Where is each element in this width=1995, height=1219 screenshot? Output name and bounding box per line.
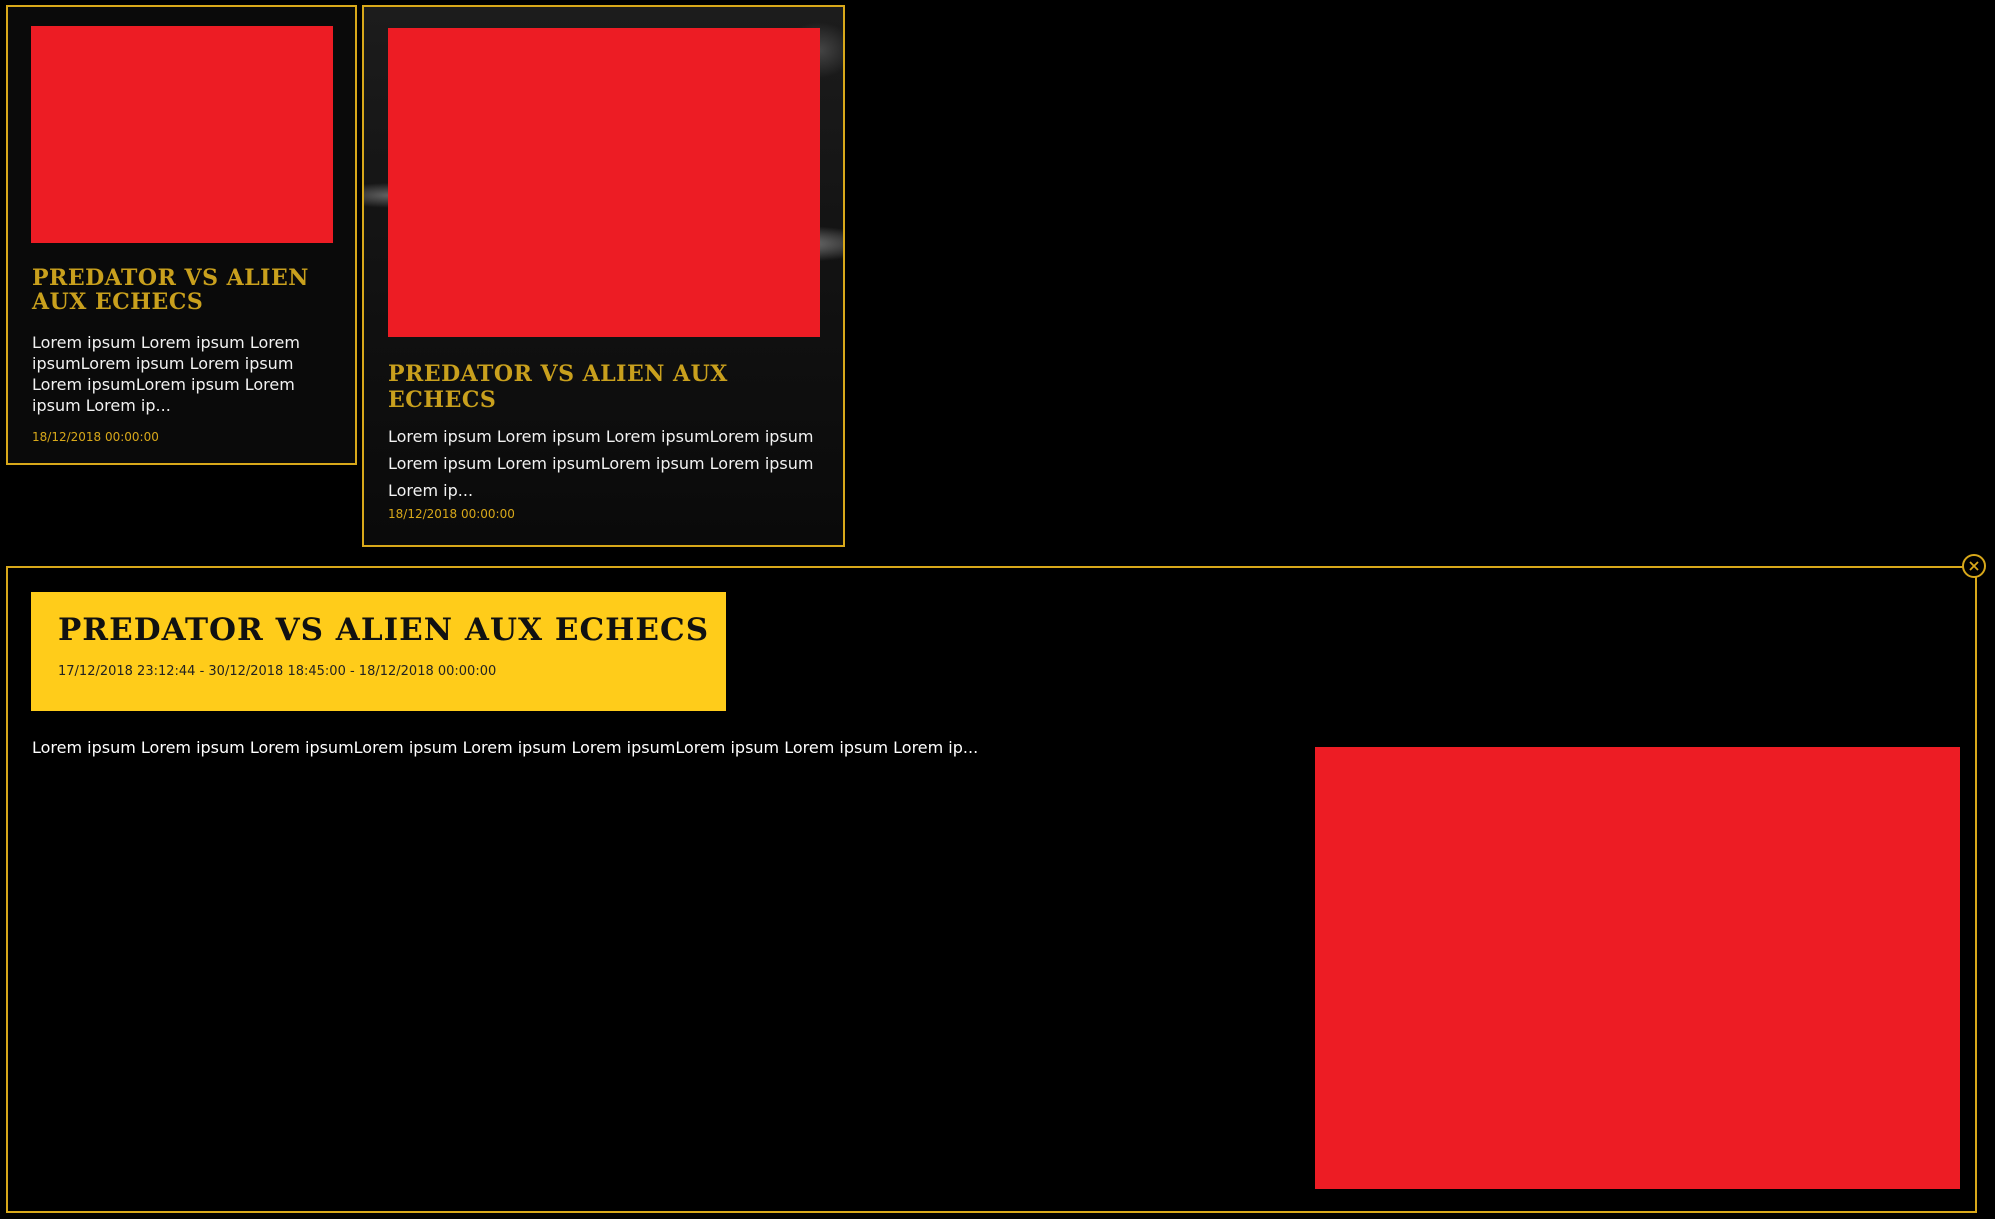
card-excerpt: Lorem ipsum Lorem ipsum Lorem ipsumLorem…: [32, 333, 300, 415]
close-icon: [1969, 561, 1979, 571]
article-detail-panel: PREDATOR VS ALIEN AUX ECHECS 17/12/2018 …: [6, 566, 1977, 1213]
article-image: [1315, 747, 1960, 1189]
card-excerpt: Lorem ipsum Lorem ipsum Lorem ipsumLorem…: [388, 427, 814, 500]
article-title: PREDATOR VS ALIEN AUX ECHECS: [58, 612, 710, 648]
card-image: [31, 26, 333, 243]
article-body: Lorem ipsum Lorem ipsum Lorem ipsumLorem…: [32, 738, 979, 757]
close-button[interactable]: [1962, 554, 1986, 578]
article-dates: 17/12/2018 23:12:44 - 30/12/2018 18:45:0…: [58, 664, 497, 679]
card-date: 18/12/2018 00:00:00: [32, 430, 159, 444]
card-title: PREDATOR VS ALIEN AUX ECHECS: [388, 361, 728, 414]
card-date: 18/12/2018 00:00:00: [388, 507, 515, 521]
card-title: PREDATOR VS ALIEN AUX ECHECS: [32, 265, 309, 316]
news-card[interactable]: PREDATOR VS ALIEN AUX ECHECS Lorem ipsum…: [362, 5, 845, 547]
article-header: PREDATOR VS ALIEN AUX ECHECS 17/12/2018 …: [31, 592, 726, 711]
card-image: [388, 28, 820, 337]
news-card[interactable]: PREDATOR VS ALIEN AUX ECHECS Lorem ipsum…: [6, 5, 357, 465]
